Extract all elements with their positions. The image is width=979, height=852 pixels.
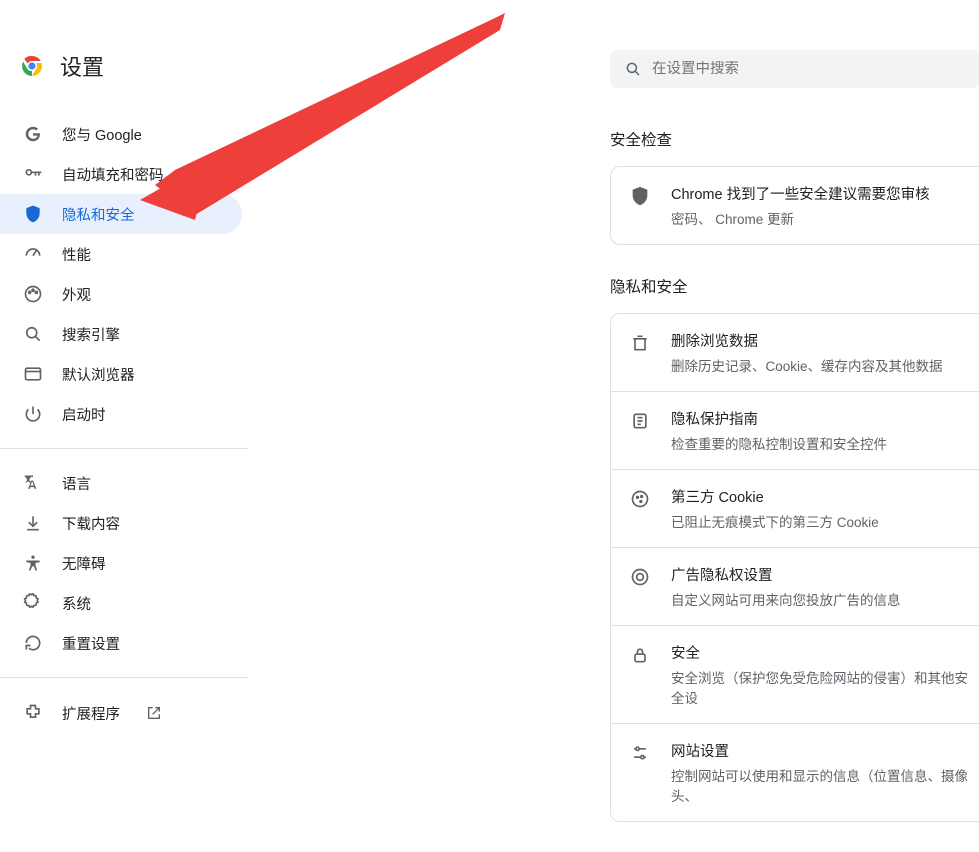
row-title: 第三方 Cookie xyxy=(671,486,971,507)
sliders-icon xyxy=(629,742,651,764)
sidebar-item-label: 您与 Google xyxy=(62,124,142,145)
privacy-row-site-settings[interactable]: 网站设置 控制网站可以使用和显示的信息（位置信息、摄像头、 xyxy=(611,723,979,821)
palette-icon xyxy=(22,283,44,305)
safety-check-card: Chrome 找到了一些安全建议需要您审核 密码、 Chrome 更新 xyxy=(610,166,979,245)
sidebar-item-downloads[interactable]: 下载内容 xyxy=(0,503,242,543)
row-title: 网站设置 xyxy=(671,740,971,761)
accessibility-icon xyxy=(22,552,44,574)
speedometer-icon xyxy=(22,243,44,265)
lock-icon xyxy=(629,644,651,666)
nav-group-secondary: 语言 下载内容 无障碍 系统 重置设置 xyxy=(0,459,250,667)
cookie-icon xyxy=(629,488,651,510)
shield-icon xyxy=(22,203,44,225)
sidebar-item-label: 重置设置 xyxy=(62,633,120,654)
translate-icon xyxy=(22,472,44,494)
sidebar-item-label: 语言 xyxy=(62,473,91,494)
settings-main: 安全检查 Chrome 找到了一些安全建议需要您审核 密码、 Chrome 更新… xyxy=(250,0,979,701)
key-icon xyxy=(22,163,44,185)
privacy-card: 删除浏览数据 删除历史记录、Cookie、缓存内容及其他数据 隐私保护指南 检查… xyxy=(610,313,979,822)
row-subtitle: 已阻止无痕模式下的第三方 Cookie xyxy=(671,511,971,531)
sidebar-item-autofill[interactable]: 自动填充和密码 xyxy=(0,154,242,194)
guide-icon xyxy=(629,410,651,432)
browser-icon xyxy=(22,363,44,385)
sidebar-item-label: 扩展程序 xyxy=(62,703,120,724)
privacy-row-guide[interactable]: 隐私保护指南 检查重要的隐私控制设置和安全控件 xyxy=(611,391,979,469)
row-title: 安全 xyxy=(671,642,971,663)
safety-check-row[interactable]: Chrome 找到了一些安全建议需要您审核 密码、 Chrome 更新 xyxy=(611,167,979,244)
sidebar-item-label: 搜索引擎 xyxy=(62,324,120,345)
page-title: 设置 xyxy=(60,50,104,82)
trash-icon xyxy=(629,332,651,354)
sidebar-item-performance[interactable]: 性能 xyxy=(0,234,242,274)
sidebar-item-label: 系统 xyxy=(62,593,91,614)
row-subtitle: 控制网站可以使用和显示的信息（位置信息、摄像头、 xyxy=(671,765,971,805)
row-subtitle: 密码、 Chrome 更新 xyxy=(671,208,971,228)
sidebar-item-label: 外观 xyxy=(62,284,91,305)
sidebar-item-label: 无障碍 xyxy=(62,553,106,574)
sidebar-divider xyxy=(0,677,248,678)
sidebar-item-label: 性能 xyxy=(62,244,91,265)
sidebar-item-languages[interactable]: 语言 xyxy=(0,463,242,503)
row-title: Chrome 找到了一些安全建议需要您审核 xyxy=(671,183,971,204)
privacy-row-ads[interactable]: 广告隐私权设置 自定义网站可用来向您投放广告的信息 xyxy=(611,547,979,625)
privacy-row-cookies[interactable]: 第三方 Cookie 已阻止无痕模式下的第三方 Cookie xyxy=(611,469,979,547)
power-icon xyxy=(22,403,44,425)
brand: 设置 xyxy=(0,50,250,110)
row-subtitle: 自定义网站可用来向您投放广告的信息 xyxy=(671,589,971,609)
row-subtitle: 删除历史记录、Cookie、缓存内容及其他数据 xyxy=(671,355,971,375)
sidebar-item-label: 下载内容 xyxy=(62,513,120,534)
section-title-safety-check: 安全检查 xyxy=(610,128,979,150)
chrome-logo-icon xyxy=(20,54,44,78)
google-g-icon xyxy=(22,123,44,145)
sidebar-item-you-and-google[interactable]: 您与 Google xyxy=(0,114,242,154)
sidebar-item-default-browser[interactable]: 默认浏览器 xyxy=(0,354,242,394)
open-in-new-icon xyxy=(146,705,162,721)
row-title: 隐私保护指南 xyxy=(671,408,971,429)
sidebar-item-label: 默认浏览器 xyxy=(62,364,135,385)
search-input[interactable] xyxy=(652,61,966,77)
sidebar-item-on-startup[interactable]: 启动时 xyxy=(0,394,242,434)
privacy-row-clear-data[interactable]: 删除浏览数据 删除历史记录、Cookie、缓存内容及其他数据 xyxy=(611,314,979,391)
sidebar-item-system[interactable]: 系统 xyxy=(0,583,242,623)
sidebar-item-privacy-security[interactable]: 隐私和安全 xyxy=(0,194,242,234)
sidebar-item-label: 启动时 xyxy=(62,404,106,425)
search-icon xyxy=(624,60,642,78)
download-icon xyxy=(22,512,44,534)
row-subtitle: 安全浏览（保护您免受危险网站的侵害）和其他安全设 xyxy=(671,667,971,707)
sidebar-item-label: 自动填充和密码 xyxy=(62,164,164,185)
settings-search[interactable] xyxy=(610,50,979,88)
sidebar-item-search-engine[interactable]: 搜索引擎 xyxy=(0,314,242,354)
section-title-privacy: 隐私和安全 xyxy=(610,275,979,297)
sidebar-item-reset[interactable]: 重置设置 xyxy=(0,623,242,663)
system-icon xyxy=(22,592,44,614)
row-subtitle: 检查重要的隐私控制设置和安全控件 xyxy=(671,433,971,453)
shield-icon xyxy=(629,185,651,207)
extension-icon xyxy=(22,702,44,724)
sidebar-item-accessibility[interactable]: 无障碍 xyxy=(0,543,242,583)
sidebar-item-appearance[interactable]: 外观 xyxy=(0,274,242,314)
reset-icon xyxy=(22,632,44,654)
nav-group-main: 您与 Google 自动填充和密码 隐私和安全 性能 外观 搜索引擎 xyxy=(0,110,250,438)
privacy-row-security[interactable]: 安全 安全浏览（保护您免受危险网站的侵害）和其他安全设 xyxy=(611,625,979,723)
row-title: 广告隐私权设置 xyxy=(671,564,971,585)
ads-icon xyxy=(629,566,651,588)
row-title: 删除浏览数据 xyxy=(671,330,971,351)
settings-sidebar: 设置 您与 Google 自动填充和密码 隐私和安全 性能 外观 xyxy=(0,0,250,701)
search-icon xyxy=(22,323,44,345)
sidebar-divider xyxy=(0,448,248,449)
sidebar-item-extensions[interactable]: 扩展程序 xyxy=(0,688,250,738)
sidebar-item-label: 隐私和安全 xyxy=(62,204,135,225)
